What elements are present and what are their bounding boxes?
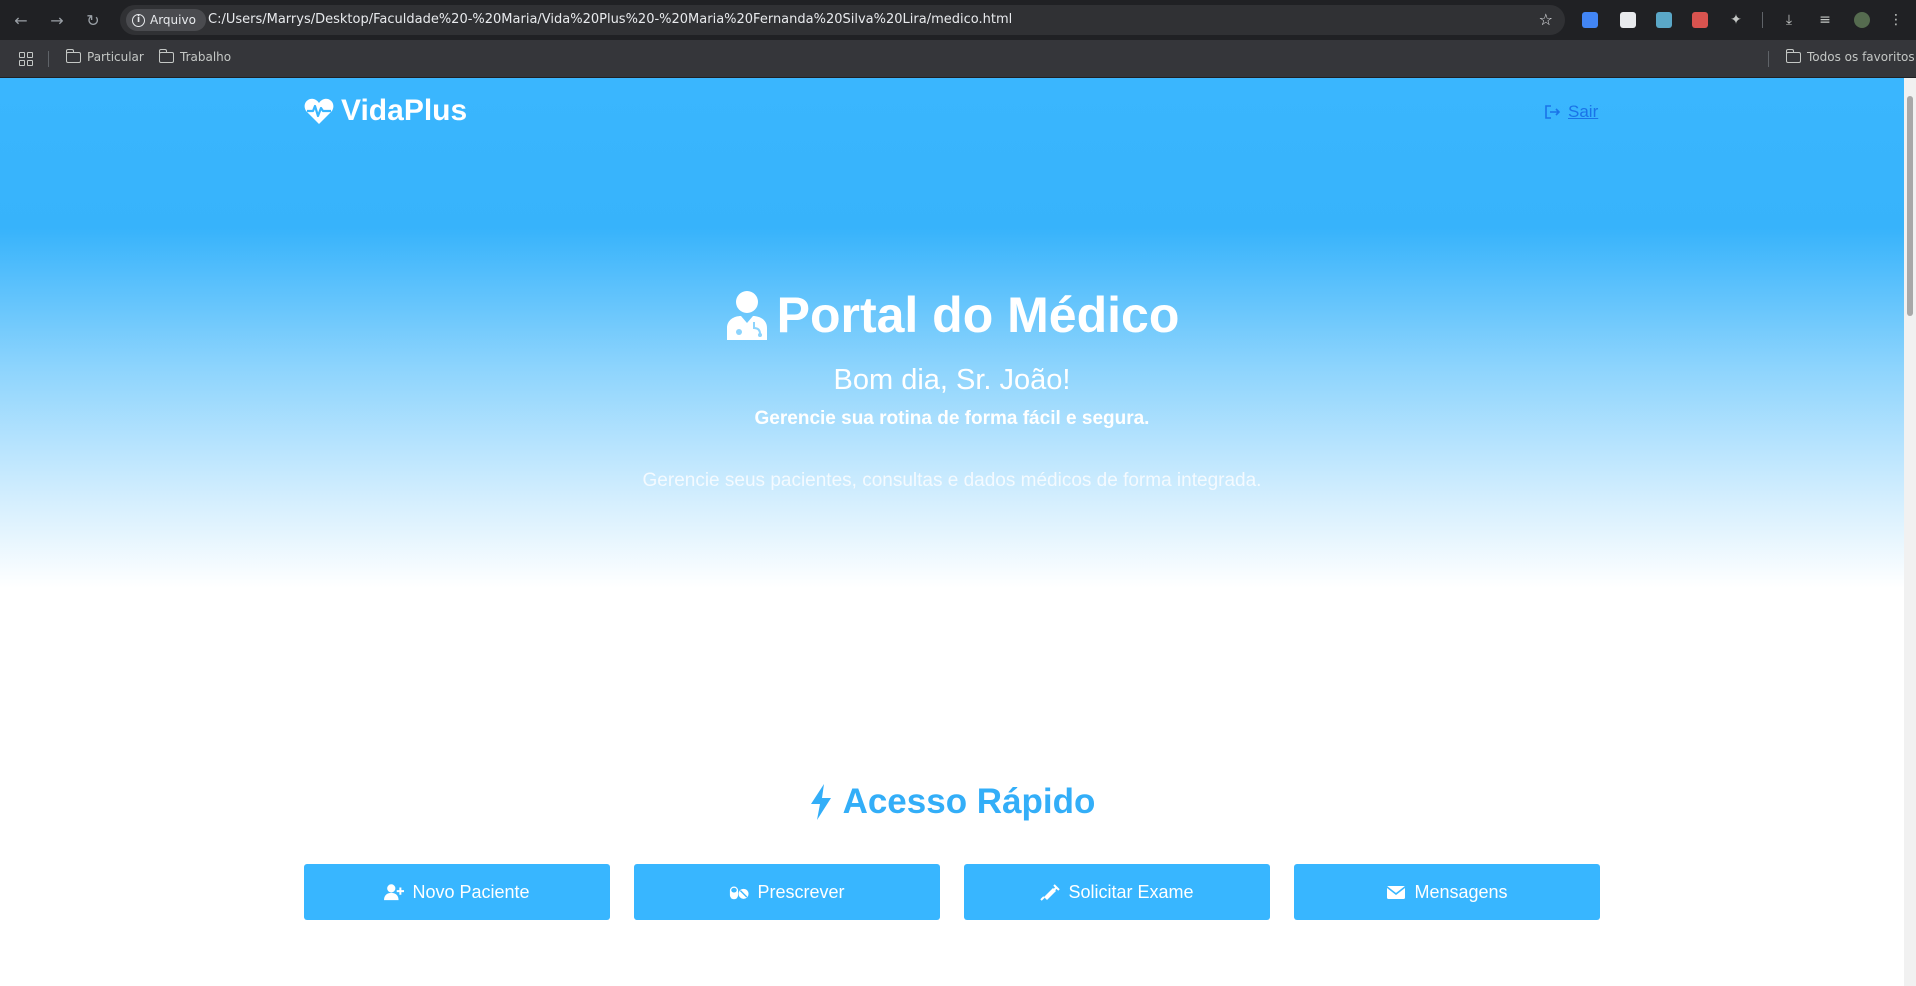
address-bar[interactable]: i Arquivo C:/Users/Marrys/Desktop/Faculd… — [120, 5, 1565, 35]
brand-logo[interactable]: VidaPlus — [304, 94, 467, 128]
page-title: Portal do Médico — [0, 286, 1904, 344]
reading-list-icon[interactable]: ≡ — [1815, 10, 1835, 30]
translate-extension-icon[interactable] — [1580, 10, 1600, 30]
bookmark-folder-particular[interactable]: Particular — [65, 48, 144, 64]
syringe-icon — [1040, 884, 1061, 901]
button-label: Solicitar Exame — [1068, 881, 1194, 902]
back-icon[interactable]: ← — [10, 9, 32, 31]
sign-out-icon — [1545, 105, 1561, 119]
bookmark-label: Trabalho — [180, 50, 232, 64]
site-info-chip[interactable]: i Arquivo — [126, 9, 206, 31]
forward-icon[interactable]: → — [46, 9, 68, 31]
envelope-icon — [1386, 886, 1406, 899]
bookmark-label: Particular — [87, 50, 144, 64]
bookmarks-bar: Particular Trabalho Todos os favoritos — [0, 40, 1916, 78]
screen-extension-icon[interactable] — [1618, 10, 1638, 30]
reload-icon[interactable]: ↻ — [82, 9, 104, 31]
download-icon[interactable]: ⤓ — [1779, 10, 1799, 30]
browser-toolbar: ← → ↻ i Arquivo C:/Users/Marrys/Desktop/… — [0, 0, 1916, 40]
all-bookmarks-label: Todos os favoritos — [1807, 50, 1915, 64]
heart-pulse-icon — [304, 98, 334, 124]
brand-name: VidaPlus — [341, 94, 468, 127]
new-patient-button[interactable]: Novo Paciente — [304, 864, 610, 920]
logout-label: Sair — [1568, 102, 1599, 121]
menu-kebab-icon[interactable]: ⋮ — [1886, 10, 1906, 30]
hero-description: Gerencie seus pacientes, consultas e dad… — [642, 470, 1262, 491]
bolt-icon — [810, 784, 831, 820]
quick-access-title-text: Acesso Rápido — [842, 782, 1096, 821]
extensions-puzzle-icon[interactable]: ✦ — [1726, 10, 1746, 30]
print-extension-icon[interactable] — [1690, 10, 1710, 30]
folder-icon — [65, 48, 81, 63]
request-exam-button[interactable]: Solicitar Exame — [964, 864, 1270, 920]
button-label: Mensagens — [1414, 881, 1508, 902]
logout-link[interactable]: Sair — [1544, 102, 1598, 122]
profile-avatar[interactable] — [1852, 10, 1872, 30]
scroll-thumb[interactable] — [1907, 96, 1913, 316]
info-icon: i — [132, 13, 145, 27]
folder-icon — [158, 48, 174, 63]
button-label: Novo Paciente — [412, 881, 530, 902]
bookmark-folder-trabalho[interactable]: Trabalho — [158, 48, 232, 64]
page-scrollbar[interactable] — [1904, 78, 1916, 986]
apps-grid-icon[interactable] — [19, 52, 33, 66]
page-viewport: VidaPlus Sair Portal do Médico Bom dia, … — [0, 78, 1904, 986]
user-doctor-icon — [726, 291, 767, 340]
greeting: Bom dia, Sr. João! — [833, 364, 1071, 396]
page-title-text: Portal do Médico — [776, 287, 1180, 343]
url-text[interactable]: C:/Users/Marrys/Desktop/Faculdade%20-%20… — [208, 12, 1012, 27]
messages-button[interactable]: Mensagens — [1294, 864, 1600, 920]
quick-access-title: Acesso Rápido — [0, 782, 1904, 822]
folder-icon — [1785, 48, 1801, 63]
button-label: Prescrever — [757, 881, 845, 902]
bookmark-star-icon[interactable]: ☆ — [1539, 10, 1553, 29]
all-bookmarks-folder[interactable]: Todos os favoritos — [1785, 48, 1915, 64]
image-extension-icon[interactable] — [1654, 10, 1674, 30]
user-plus-icon — [384, 884, 405, 901]
pills-icon — [730, 886, 750, 900]
prescribe-button[interactable]: Prescrever — [634, 864, 940, 920]
site-info-label: Arquivo — [150, 13, 196, 27]
hero-subtitle: Gerencie sua rotina de forma fácil e seg… — [754, 408, 1150, 429]
